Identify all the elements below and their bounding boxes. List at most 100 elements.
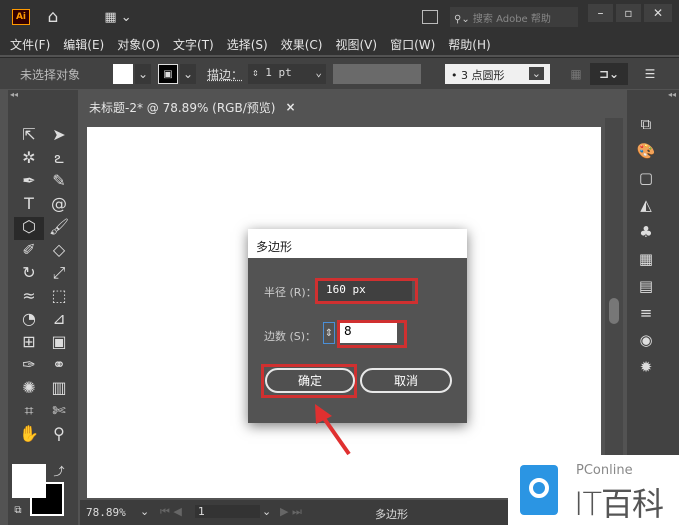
rotate-tool-icon[interactable]: ↻ xyxy=(14,263,44,286)
brush-value: 3 点圆形 xyxy=(461,69,505,82)
direct-selection-tool-icon[interactable]: ➤ xyxy=(44,125,74,148)
gradient-panel-icon[interactable]: ◭ xyxy=(635,196,657,214)
sides-label: 边数 (S)： xyxy=(264,330,317,343)
zoom-level[interactable]: 78.89% xyxy=(86,506,126,519)
scale-tool-icon[interactable]: ⤢ xyxy=(44,263,74,286)
close-button[interactable]: ✕ xyxy=(644,4,672,22)
stroke-label[interactable]: 描边： xyxy=(207,66,243,83)
maximize-button[interactable]: ▫ xyxy=(616,4,641,22)
hand-tool-icon[interactable]: ✋ xyxy=(14,424,44,447)
document-tab-title: 未标题-2* @ 78.89% (RGB/预览) xyxy=(89,100,276,115)
expand-panels-icon[interactable]: ◂◂ xyxy=(668,90,676,99)
symbol-sprayer-tool-icon[interactable]: ✺ xyxy=(14,378,44,401)
graphic-styles-icon[interactable]: ✹ xyxy=(635,358,657,376)
lasso-tool-icon[interactable]: ఽ xyxy=(44,148,74,171)
menu-select[interactable]: 选择(S) xyxy=(227,36,268,53)
search-icon: ⚲⌄ xyxy=(454,14,470,25)
ok-button[interactable]: 确定 xyxy=(265,368,355,393)
next-page-icon[interactable]: ▶ ⏭ xyxy=(280,505,302,519)
default-colors-icon[interactable]: ⧉ xyxy=(12,504,24,516)
swatches-panel-icon[interactable]: ▦ xyxy=(635,250,657,268)
menu-file[interactable]: 文件(F) xyxy=(10,36,50,53)
eyedropper-tool-icon[interactable]: ✑ xyxy=(14,355,44,378)
menu-view[interactable]: 视图(V) xyxy=(335,36,377,53)
workspace-layout-icon[interactable]: ▦ ⌄ xyxy=(100,9,136,25)
arrow-shaft xyxy=(319,412,351,456)
fill-color-box[interactable] xyxy=(12,464,46,498)
appearance-panel-icon[interactable]: ◉ xyxy=(635,331,657,349)
curvature-tool-icon[interactable]: ✎ xyxy=(44,171,74,194)
control-bar: 未选择对象 ⌄ ▣ ⌄ 描边： ⇕ 1 pt ⌄ • 3 点圆形 ⌄ ▦ ⊐⌄ … xyxy=(0,57,679,89)
free-transform-tool-icon[interactable]: ⬚ xyxy=(44,286,74,309)
variable-width-profile[interactable] xyxy=(333,64,421,84)
transform-panel-icon[interactable]: ⧉ xyxy=(635,115,657,133)
page-dropdown-icon[interactable]: ⌄ xyxy=(262,505,271,518)
watermark-logo-icon xyxy=(520,465,558,515)
width-tool-icon[interactable]: ≈ xyxy=(14,286,44,309)
color-guide-icon[interactable]: ▢ xyxy=(635,169,657,187)
cancel-button[interactable]: 取消 xyxy=(360,368,452,393)
blend-tool-icon[interactable]: ⚭ xyxy=(44,355,74,378)
collapse-icon[interactable]: ◂◂ xyxy=(10,90,18,99)
minimize-button[interactable]: – xyxy=(588,4,613,22)
spiral-tool-icon[interactable]: @ xyxy=(44,194,74,217)
slice-tool-icon[interactable]: ✄ xyxy=(44,401,74,424)
page-number[interactable]: 1 xyxy=(195,505,260,518)
vertical-scrollbar[interactable] xyxy=(605,118,623,500)
symbols-panel-icon[interactable]: ♣ xyxy=(635,223,657,241)
brush-definition-select[interactable]: • 3 点圆形 ⌄ xyxy=(445,64,550,84)
paintbrush-tool-icon[interactable]: 🖌 xyxy=(44,217,74,240)
gradient-tool-icon[interactable]: ▣ xyxy=(44,332,74,355)
magic-wand-tool-icon[interactable]: ✲ xyxy=(14,148,44,171)
align-icon[interactable]: ▦ xyxy=(568,66,584,82)
brushes-panel-icon[interactable]: ≡ xyxy=(635,304,657,322)
document-tab[interactable]: 未标题-2* @ 78.89% (RGB/预览) × xyxy=(80,96,305,118)
perspective-grid-tool-icon[interactable]: ⊿ xyxy=(44,309,74,332)
fill-dropdown[interactable]: ⌄ xyxy=(135,64,151,84)
polygon-dialog: 多边形 半径 (R)： 160 px 边数 (S)： ⇕ 8 确定 取消 xyxy=(248,229,467,423)
artboard-tool-icon[interactable]: ⌗ xyxy=(14,401,44,424)
stroke-swatch[interactable]: ▣ xyxy=(158,64,178,84)
home-icon[interactable]: ⌂ xyxy=(43,7,63,27)
selection-tool-icon[interactable]: ⇱ xyxy=(14,125,44,148)
swap-colors-icon[interactable]: ⤴ xyxy=(52,464,66,478)
pen-tool-icon[interactable]: ✒ xyxy=(14,171,44,194)
more-options-icon[interactable]: ☰ xyxy=(642,66,658,82)
stroke-panel-icon[interactable]: ▤ xyxy=(635,277,657,295)
mesh-tool-icon[interactable]: ⊞ xyxy=(14,332,44,355)
shape-options-icon[interactable]: ⊐⌄ xyxy=(590,63,628,85)
shape-builder-tool-icon[interactable]: ◔ xyxy=(14,309,44,332)
menu-object[interactable]: 对象(O) xyxy=(117,36,160,53)
polygon-tool-icon[interactable]: ⬡ xyxy=(14,217,44,240)
stroke-dropdown[interactable]: ⌄ xyxy=(180,64,196,84)
menu-window[interactable]: 窗口(W) xyxy=(390,36,435,53)
watermark-top-text: PConline xyxy=(576,463,633,478)
menu-edit[interactable]: 编辑(E) xyxy=(63,36,104,53)
first-page-icon[interactable]: ⏮ ◀ xyxy=(160,505,182,519)
menu-type[interactable]: 文字(T) xyxy=(173,36,214,53)
zoom-dropdown-icon[interactable]: ⌄ xyxy=(140,505,149,518)
type-tool-icon[interactable]: T xyxy=(14,194,44,217)
pointer-arrow xyxy=(315,404,351,456)
stroke-weight-input[interactable]: ⇕ 1 pt ⌄ xyxy=(248,64,326,84)
arrange-documents-icon[interactable] xyxy=(422,10,438,24)
fill-swatch[interactable] xyxy=(113,64,133,84)
tools-panel: ◂◂ ⇱ ➤ ✲ ఽ ✒ ✎ T @ ⬡ 🖌 ✐ ◇ ↻ ⤢ ≈ ⬚ ◔ ⊿ ⊞ ▣ ✑ ⚭ ✺ ▥ ⌗… xyxy=(8,90,78,525)
sides-input[interactable]: 8 xyxy=(340,323,397,343)
zoom-tool-icon[interactable]: ⚲ xyxy=(44,424,74,447)
close-tab-icon[interactable]: × xyxy=(285,100,295,114)
search-placeholder: 搜索 Adobe 帮助 xyxy=(472,14,551,25)
dialog-title: 多边形 xyxy=(248,229,467,258)
sides-stepper[interactable]: ⇕ xyxy=(323,322,335,344)
menu-help[interactable]: 帮助(H) xyxy=(448,36,490,53)
pconline-watermark: PConline IT百科 xyxy=(508,455,679,525)
color-panel-icon[interactable]: 🎨 xyxy=(635,142,657,160)
menu-effect[interactable]: 效果(C) xyxy=(281,36,323,53)
eraser-tool-icon[interactable]: ◇ xyxy=(44,240,74,263)
scrollbar-thumb[interactable] xyxy=(609,298,619,324)
watermark-bottom-text: IT百科 xyxy=(574,485,664,523)
radius-input[interactable]: 160 px xyxy=(318,281,412,301)
blob-brush-tool-icon[interactable]: ✐ xyxy=(14,240,44,263)
column-graph-tool-icon[interactable]: ▥ xyxy=(44,378,74,401)
search-help-input[interactable]: ⚲⌄ 搜索 Adobe 帮助 xyxy=(450,7,578,27)
